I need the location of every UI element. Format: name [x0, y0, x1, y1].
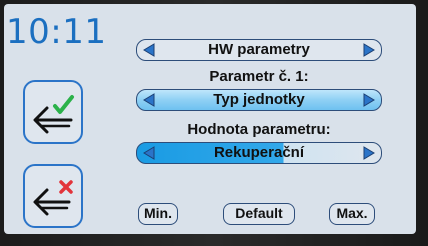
- parameter-caption: Parametr č. 1:: [209, 68, 309, 85]
- min-button[interactable]: Min.: [138, 203, 178, 225]
- parameter-prev-button[interactable]: [139, 90, 159, 109]
- max-button[interactable]: Max.: [329, 203, 375, 225]
- parameter-next-button[interactable]: [359, 90, 379, 109]
- back-arrow-cross-icon: [33, 180, 73, 216]
- triangle-right-icon: [363, 92, 375, 107]
- menu-prev-button[interactable]: [139, 40, 159, 59]
- triangle-left-icon: [143, 42, 155, 57]
- menu-next-button[interactable]: [359, 40, 379, 59]
- triangle-left-icon: [143, 92, 155, 107]
- value-prev-button[interactable]: [139, 143, 159, 162]
- triangle-right-icon: [363, 145, 375, 160]
- value-selector: Rekuperační: [136, 142, 382, 164]
- touch-screen: 10:11 HW parametry Parametr č. 1: Typ je…: [4, 4, 416, 234]
- triangle-left-icon: [143, 145, 155, 160]
- parameter-selector: Typ jednotky: [136, 89, 382, 111]
- triangle-right-icon: [363, 42, 375, 57]
- cancel-button[interactable]: [23, 164, 83, 228]
- value-next-button[interactable]: [359, 143, 379, 162]
- value-caption: Hodnota parametru:: [187, 121, 331, 138]
- display-bezel: 10:11 HW parametry Parametr č. 1: Typ je…: [0, 0, 428, 246]
- parameter-name: Typ jednotky: [213, 91, 305, 108]
- default-button[interactable]: Default: [223, 203, 295, 225]
- menu-selector: HW parametry: [136, 39, 382, 61]
- confirm-button[interactable]: [23, 80, 83, 144]
- clock: 10:11: [6, 12, 107, 52]
- value-text: Rekuperační: [213, 144, 305, 161]
- menu-title: HW parametry: [208, 41, 310, 58]
- back-arrow-check-icon: [33, 95, 74, 134]
